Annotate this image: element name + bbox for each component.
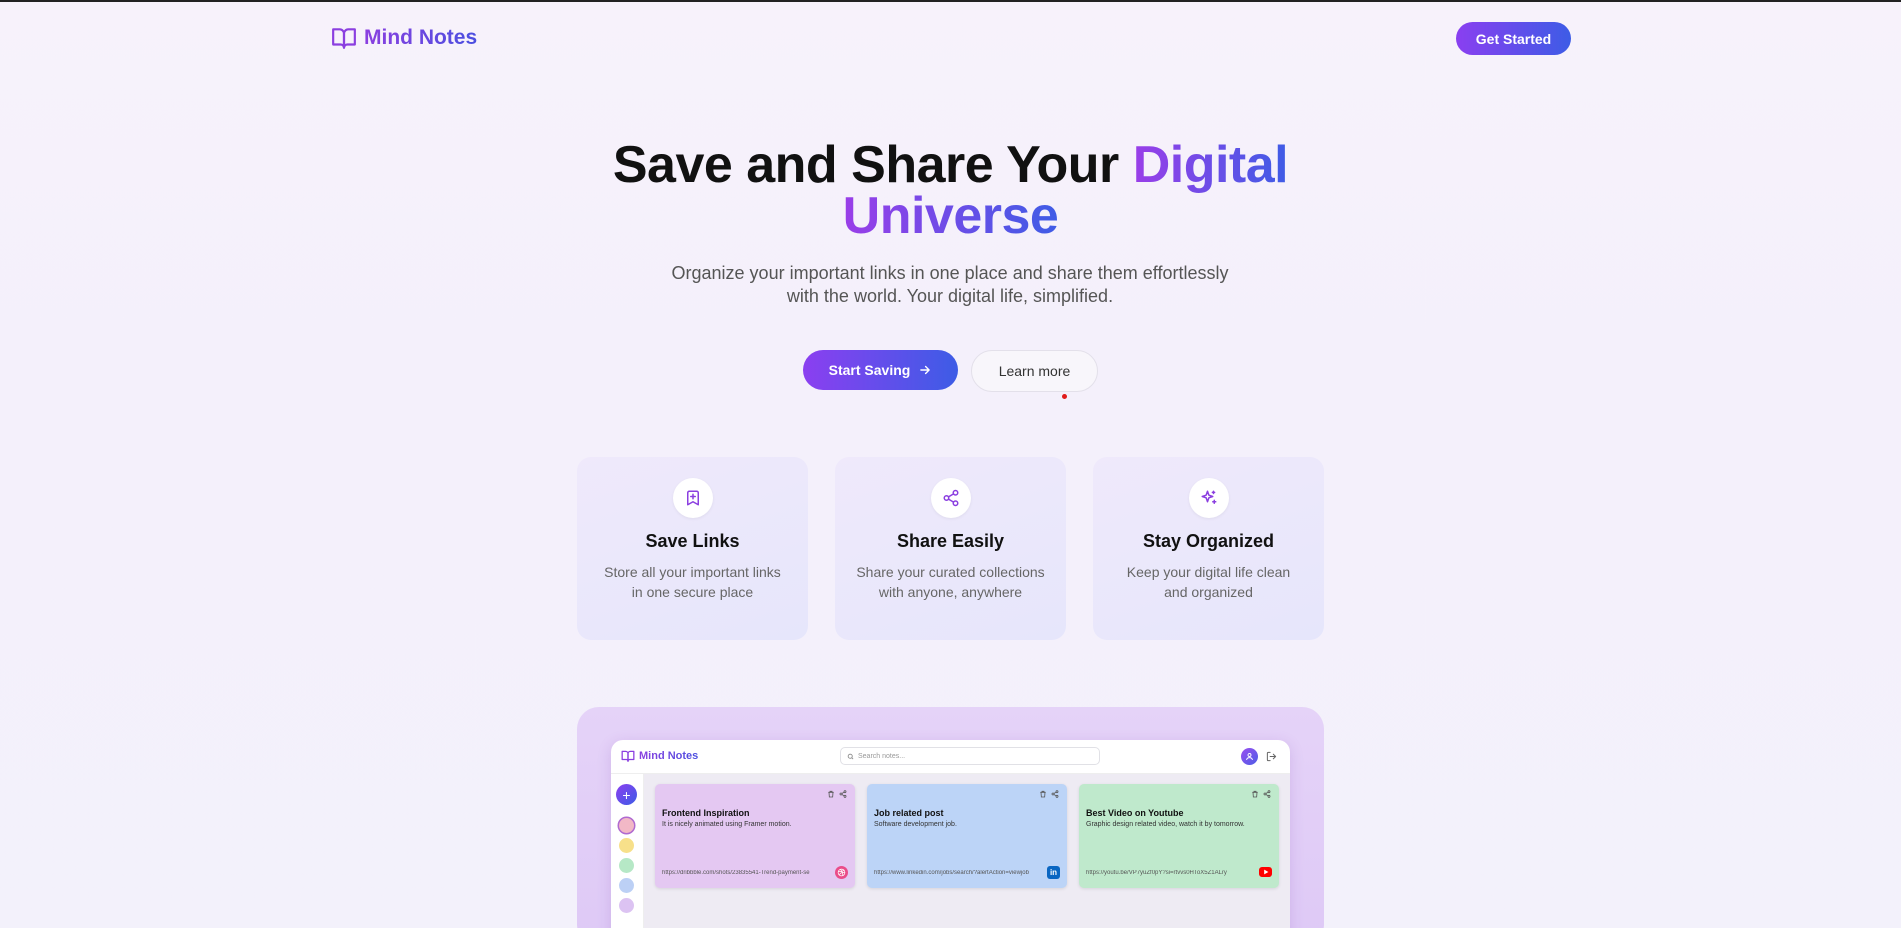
- book-icon: [621, 750, 635, 762]
- note-description: It is nicely animated using Framer motio…: [662, 821, 792, 828]
- cursor-dot: [1062, 394, 1067, 399]
- hero-title-highlight-1: Digital: [1132, 136, 1289, 194]
- book-icon: [332, 28, 356, 49]
- share-icon: [943, 489, 958, 507]
- feature-icon-wrap: [672, 478, 713, 518]
- sparkles-icon: [1201, 490, 1216, 504]
- feature-card-stay-organized: Stay Organized Keep your digital life cl…: [1093, 457, 1324, 640]
- color-swatch-blue: [619, 878, 634, 893]
- note-tools: [1039, 790, 1059, 798]
- feature-card-share-easily: Share Easily Share your curated collecti…: [835, 457, 1066, 640]
- note-description: Graphic design related video, watch it b…: [1086, 821, 1245, 828]
- hero-actions: Start Saving Learn more: [803, 350, 1098, 392]
- feature-title: Share Easily: [896, 531, 1005, 551]
- learn-more-button[interactable]: Learn more: [971, 350, 1098, 392]
- hero-subtitle: Organize your important links in one pla…: [650, 262, 1250, 308]
- note-description: Software development job.: [874, 821, 957, 828]
- share-icon: [1263, 790, 1271, 798]
- feature-title: Stay Organized: [1142, 531, 1275, 551]
- note-tools: [827, 790, 847, 798]
- color-swatch-green: [619, 858, 634, 873]
- start-saving-label: Start Saving: [828, 362, 911, 378]
- share-icon: [839, 790, 847, 798]
- youtube-icon: [1259, 867, 1272, 877]
- hero-title-plain: Save and Share Your: [612, 136, 1133, 194]
- app-preview-sidebar: +: [611, 774, 644, 928]
- note-title: Frontend Inspiration: [662, 808, 750, 818]
- app-preview-frame: Mind Notes Search notes... + Frontend In…: [577, 707, 1324, 928]
- user-icon: [1246, 753, 1253, 761]
- note-title: Job related post: [874, 808, 944, 818]
- trash-icon: [1040, 790, 1046, 798]
- note-card-frontend-inspiration: Frontend Inspiration It is nicely animat…: [655, 784, 855, 888]
- brand-name: Mind Notes: [364, 26, 478, 49]
- get-started-button[interactable]: Get Started: [1456, 22, 1571, 55]
- features-section: Save Links Store all your important link…: [577, 457, 1324, 640]
- trash-icon: [1252, 790, 1258, 798]
- app-preview-logo: Mind Notes: [621, 749, 698, 763]
- note-url: https://youtu.be/VP7yuZf0pY?si=rtvvs0HTo…: [1086, 870, 1227, 876]
- app-preview-topbar: Mind Notes Search notes...: [611, 740, 1290, 774]
- brand-logo[interactable]: Mind Notes: [331, 25, 477, 51]
- color-swatch-purple: [619, 898, 634, 913]
- logout-icon: [1264, 749, 1278, 763]
- note-card-best-video-on-youtube: Best Video on Youtube Graphic design rel…: [1079, 784, 1279, 888]
- plus-icon: +: [616, 784, 637, 805]
- dribbble-icon: [835, 866, 848, 879]
- app-preview-window: Mind Notes Search notes... + Frontend In…: [611, 740, 1290, 928]
- app-preview-search-input: Search notes...: [840, 747, 1100, 765]
- linkedin-icon: in: [1047, 866, 1060, 879]
- note-tools: [1251, 790, 1271, 798]
- app-preview-brand: Mind Notes: [639, 750, 699, 762]
- trash-icon: [828, 790, 834, 798]
- note-url: https://www.linkedin.com/jobs/search/?al…: [874, 870, 1029, 876]
- feature-icon-wrap: [930, 478, 971, 518]
- feature-title: Save Links: [645, 531, 740, 551]
- note-title: Best Video on Youtube: [1086, 808, 1184, 818]
- hero-title: Save and Share Your Digital Universe: [0, 139, 1901, 245]
- note-card-job-related-post: Job related post Software development jo…: [867, 784, 1067, 888]
- feature-card-save-links: Save Links Store all your important link…: [577, 457, 808, 640]
- window-top-border: [0, 0, 1901, 2]
- feature-icon-wrap: [1188, 478, 1229, 518]
- start-saving-button[interactable]: Start Saving: [803, 350, 958, 390]
- search-icon: [847, 753, 854, 759]
- app-preview-search-placeholder: Search notes...: [858, 752, 906, 760]
- app-preview-body: + Frontend Inspiration It is nicely anim…: [611, 774, 1290, 928]
- share-icon: [1051, 790, 1059, 798]
- hero-subtitle-line-1: Organize your important links in one pla…: [671, 263, 1229, 283]
- bookmark-plus-icon: [686, 490, 699, 506]
- feature-description: Store all your important links in one se…: [604, 564, 781, 600]
- feature-description: Share your curated collections with anyo…: [856, 564, 1045, 600]
- site-header: Mind Notes Get Started: [331, 22, 1571, 56]
- arrow-right-icon: [920, 365, 931, 375]
- hero-subtitle-line-2: with the world. Your digital life, simpl…: [786, 286, 1114, 306]
- color-swatch-pink: [619, 818, 634, 833]
- feature-description: Keep your digital life clean and organiz…: [1126, 564, 1291, 600]
- hero-title-highlight-2: Universe: [842, 187, 1059, 245]
- avatar: [1241, 748, 1258, 765]
- color-swatch-yellow: [619, 838, 634, 853]
- note-url: https://dribbble.com/shots/23835541-Tren…: [662, 870, 810, 876]
